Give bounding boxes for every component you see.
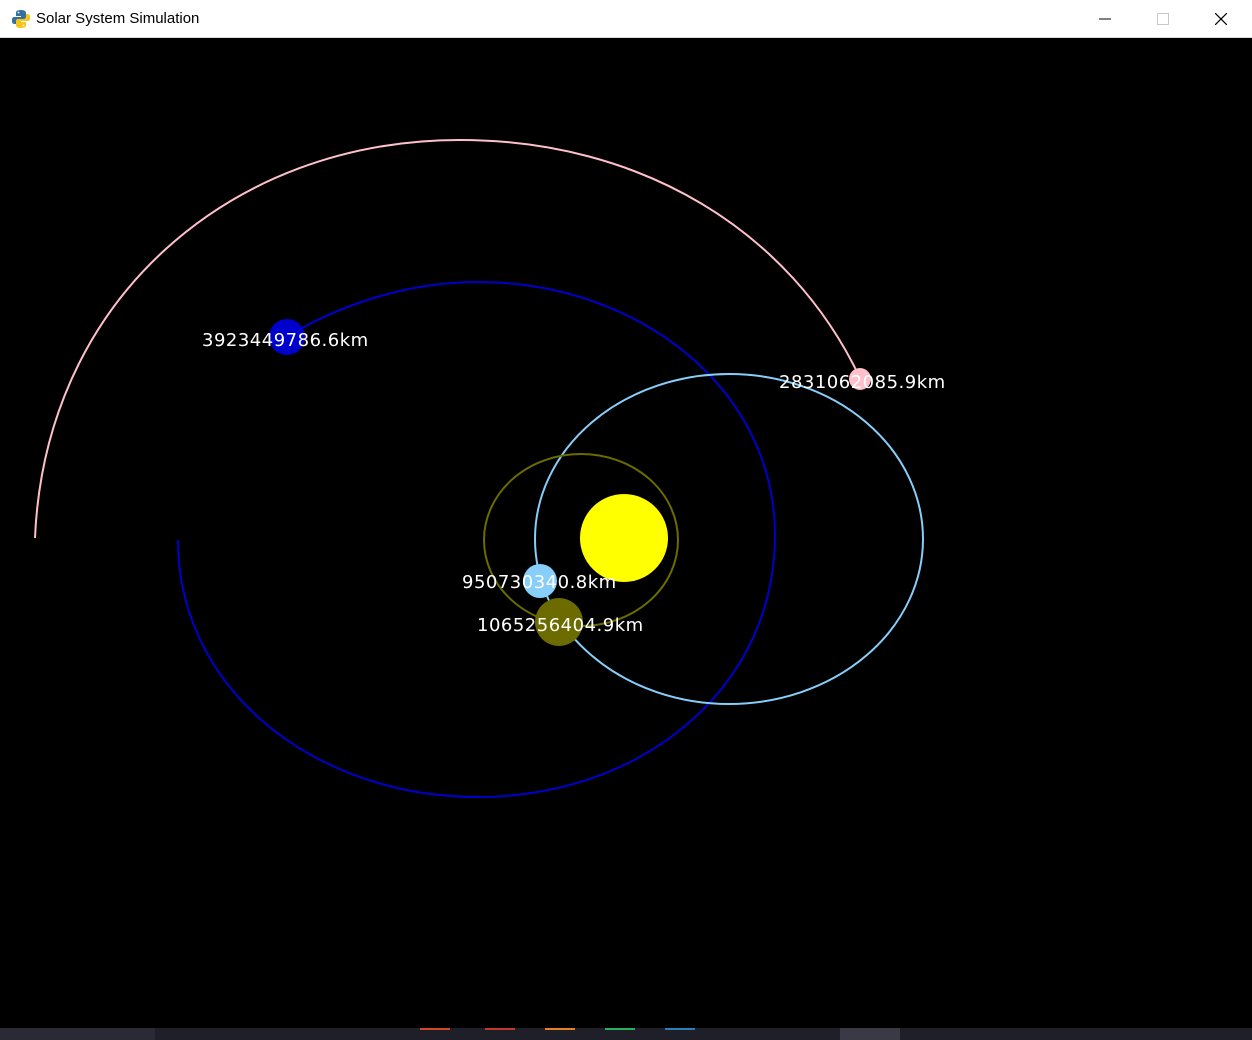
distance-label-pink: 2831062085.9km bbox=[779, 372, 946, 393]
taskbar-app-icon[interactable] bbox=[605, 1028, 635, 1040]
maximize-button[interactable] bbox=[1134, 0, 1192, 38]
sun bbox=[580, 494, 668, 582]
maximize-icon bbox=[1157, 13, 1169, 25]
taskbar-app-icon[interactable] bbox=[545, 1028, 575, 1040]
minimize-icon bbox=[1099, 18, 1111, 20]
taskbar-start-area[interactable] bbox=[0, 1028, 155, 1040]
close-icon bbox=[1215, 13, 1227, 25]
taskbar-app-icon[interactable] bbox=[665, 1028, 695, 1040]
distance-label-olive: 1065256404.9km bbox=[477, 615, 644, 636]
close-button[interactable] bbox=[1192, 0, 1250, 38]
distance-label-dark-blue: 3923449786.6km bbox=[202, 330, 369, 351]
taskbar bbox=[0, 1028, 1252, 1040]
taskbar-app-icon[interactable] bbox=[485, 1028, 515, 1040]
simulation-canvas[interactable]: 3923449786.6km 2831062085.9km 950730340.… bbox=[0, 39, 1252, 1028]
minimize-button[interactable] bbox=[1076, 0, 1134, 38]
orbit-trail-dark-blue bbox=[177, 280, 777, 799]
taskbar-app-icon[interactable] bbox=[420, 1028, 450, 1040]
app-window: Solar System Simulation 3923449786.6km 2… bbox=[0, 0, 1252, 1040]
title-bar[interactable]: Solar System Simulation bbox=[0, 0, 1252, 38]
distance-label-light-blue: 950730340.8km bbox=[462, 572, 617, 593]
python-icon bbox=[12, 10, 30, 28]
taskbar-active-app[interactable] bbox=[840, 1028, 900, 1040]
window-title: Solar System Simulation bbox=[36, 10, 200, 27]
orbit-scene: 3923449786.6km 2831062085.9km 950730340.… bbox=[34, 138, 946, 799]
orbit-trail-pink bbox=[34, 138, 861, 539]
